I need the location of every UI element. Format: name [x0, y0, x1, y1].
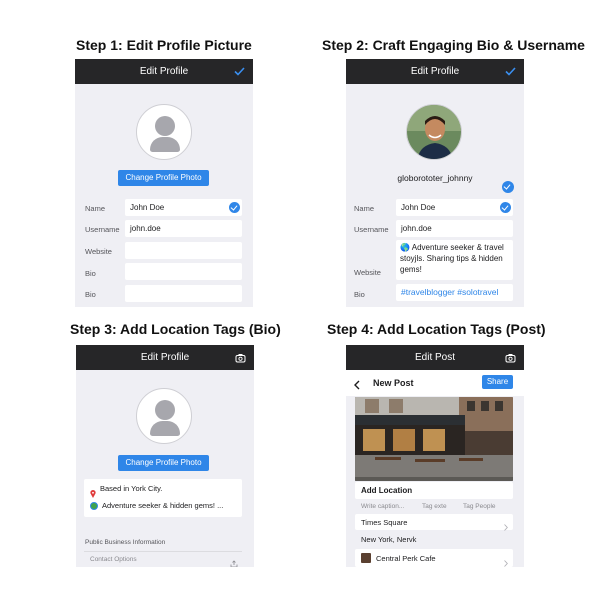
new-post-title: New Post — [373, 378, 414, 388]
person-icon-body — [150, 137, 180, 152]
write-caption-tab[interactable]: Write caption... — [361, 503, 404, 510]
checkmark-icon[interactable] — [505, 59, 516, 84]
header-title: Edit Profile — [410, 66, 460, 77]
location-suggestion[interactable]: Times Square — [355, 514, 513, 531]
step-2-title: Step 2: Craft Engaging Bio & Username — [322, 37, 585, 53]
add-location-button[interactable]: Add Location — [355, 482, 513, 499]
name-field[interactable]: John Doe — [125, 199, 242, 216]
globe-icon — [90, 501, 98, 510]
top-bar: Edit Profile — [75, 59, 253, 84]
website-label: Website — [85, 247, 112, 256]
person-icon-body — [150, 421, 180, 436]
top-bar: Edit Profile — [346, 59, 524, 84]
header-title: Edit Profile — [139, 66, 189, 77]
top-bar: Edit Post — [346, 345, 524, 370]
name-label: Name — [354, 204, 375, 213]
person-icon-head — [155, 400, 175, 420]
checkmark-icon[interactable] — [234, 59, 245, 84]
post-photo[interactable] — [355, 397, 513, 481]
username-label: Username — [354, 225, 389, 234]
username-field[interactable]: john.doe — [125, 220, 242, 237]
name-label: Name — [85, 204, 106, 213]
username-label: Username — [85, 225, 120, 234]
map-pin-icon — [90, 485, 96, 498]
new-post-header: New Post Share — [346, 370, 524, 396]
header-title: Edit Post — [414, 352, 456, 363]
bio-text: 🌎 Adventure seeker & travel stoyjls. Sha… — [400, 243, 504, 274]
person-icon-head — [155, 116, 175, 136]
edit-profile-screen-1: Edit Profile Change Profile Photo Name J… — [75, 59, 253, 307]
step-4-title: Step 4: Add Location Tags (Post) — [327, 321, 546, 337]
location-suggestion-2[interactable]: New York, Nervk — [355, 532, 513, 546]
step-1-title: Step 1: Edit Profile Picture — [76, 37, 252, 53]
back-chevron-icon[interactable] — [354, 377, 360, 395]
change-profile-photo-button[interactable]: Change Profile Photo — [118, 170, 209, 186]
cafe-thumbnail-icon — [361, 553, 371, 563]
website-label: Website — [354, 268, 381, 277]
camera-icon[interactable] — [235, 345, 246, 370]
avatar-placeholder[interactable] — [136, 388, 192, 444]
bio-label: Bio — [354, 290, 365, 299]
bio-label: Bio — [85, 269, 96, 278]
name-field[interactable]: John Doe — [396, 199, 513, 216]
post-options-tabs: Write caption... Tag exte Tag People — [355, 501, 513, 513]
step-3-title: Step 3: Add Location Tags (Bio) — [70, 321, 281, 337]
bio-field[interactable] — [125, 263, 242, 280]
edit-profile-screen-3: Edit Profile Change Profile Photo Based … — [76, 345, 254, 567]
tag-exte-tab[interactable]: Tag exte — [422, 503, 447, 510]
section-label: Public Business Information — [85, 539, 166, 546]
change-profile-photo-button[interactable]: Change Profile Photo — [118, 455, 209, 471]
edit-profile-screen-2: Edit Profile globorototer_johnny Name Jo… — [346, 59, 524, 307]
verified-check-icon-2 — [500, 202, 511, 213]
username-field[interactable]: john.doe — [396, 220, 513, 237]
top-bar: Edit Profile — [76, 345, 254, 370]
camera-icon[interactable] — [505, 345, 516, 370]
add-location-label: Add Location — [361, 486, 413, 495]
location-name: New York, Nervk — [361, 535, 417, 544]
hashtags-field[interactable]: #travelblogger #solotravel — [396, 284, 513, 301]
location-name: Central Perk Cafe — [376, 554, 436, 563]
contact-options-label: Contact Options — [90, 556, 137, 563]
verified-check-icon — [229, 202, 240, 213]
website-field[interactable] — [125, 242, 242, 259]
location-suggestion-3[interactable]: Central Perk Cafe — [355, 549, 513, 567]
share-icon — [230, 555, 238, 567]
verified-check-icon — [502, 181, 514, 193]
avatar-placeholder[interactable] — [136, 104, 192, 160]
chevron-right-icon — [504, 554, 508, 567]
location-line: Based in York City. — [100, 484, 163, 493]
tag-people-tab[interactable]: Tag People — [463, 503, 496, 510]
username-display: globorototer_johnny — [397, 173, 473, 183]
header-title: Edit Profile — [140, 352, 190, 363]
bio-text-field[interactable]: 🌎 Adventure seeker & travel stoyjls. Sha… — [396, 240, 513, 280]
bio-location-card[interactable]: Based in York City. Adventure seeker & h… — [84, 479, 242, 517]
contact-options-row[interactable]: Contact Options — [84, 551, 242, 567]
edit-post-screen: Edit Post New Post Share Add Location Wr… — [346, 345, 524, 567]
share-button[interactable]: Share — [482, 375, 513, 389]
bio-line: Adventure seeker & hidden gems! ... — [102, 501, 224, 510]
profile-photo[interactable] — [406, 104, 462, 160]
bio-label-2: Bio — [85, 290, 96, 299]
bio-field-2[interactable] — [125, 285, 242, 302]
location-name: Times Square — [361, 518, 408, 527]
